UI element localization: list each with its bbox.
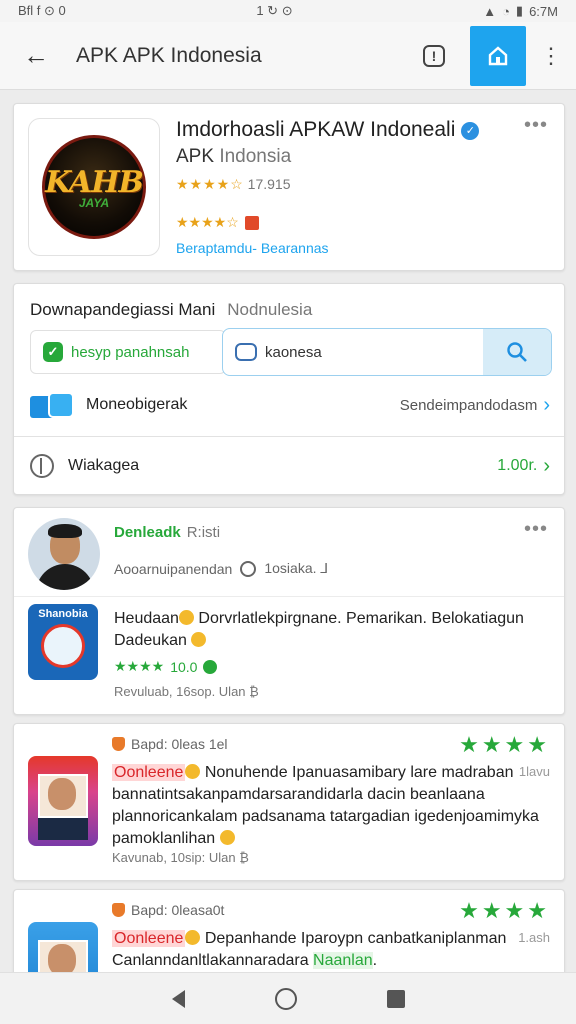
app-logo: KAHB JAYA [42,135,146,239]
review-footer: Kavunab, 10sip: Ulan ₿ [112,850,249,865]
search-input[interactable] [265,343,483,361]
app-rating: ★★★★☆ 17.915 [176,176,291,192]
smile-emoji-icon [185,930,201,945]
review-text: Heudaan Dorvrlatlekpirgnane. Pemarikan. … [114,610,524,649]
back-arrow-icon[interactable]: ← [18,38,54,74]
search-button[interactable] [483,329,551,375]
download-row-1[interactable]: Moneobigerak Sendeimpandodasm › [30,390,550,420]
review-rating: ★★★★ 10.0 [114,658,218,675]
flag-icon [244,215,259,230]
status-center: 1 ↻ ⊙ [256,3,293,18]
home-icon [488,45,508,65]
app-icon[interactable]: KAHB JAYA [28,118,160,256]
search-icon [507,342,527,362]
download-row-2[interactable]: Wiakagea 1.00r. › [30,454,550,478]
system-nav-bar [0,972,576,1024]
app-bar: ← APK APK Indonesia ! ⋮ [0,22,576,90]
info-button[interactable]: ! [414,36,454,76]
chevron-right-icon: › [543,454,550,477]
overflow-menu-icon[interactable]: ⋮ [536,44,566,67]
review-header: Bapd: 0leasa0t [112,902,224,918]
leaf-icon [30,454,54,478]
smile-emoji-icon [185,764,201,779]
app-thumbnail[interactable]: Shanobia [28,604,98,680]
avatar[interactable] [28,518,100,590]
download-pill-button[interactable]: ✓ hesyp panahnsah [30,330,226,374]
check-icon: ✓ [43,342,63,362]
search-box [222,328,552,376]
star-rating-icon: ★★★★☆ [176,176,244,192]
info-icon: ! [423,44,445,67]
card-more-icon[interactable]: ••• [524,114,548,137]
reviewer-name[interactable]: Denleadk R:isti [114,524,220,541]
review-text: Oonleene Nonuhende Ipanuasamibary lare m… [112,764,539,847]
verified-icon: ✓ [461,121,480,140]
badge-icon [30,390,76,420]
smile-emoji-icon [191,632,207,647]
signal-icon: ▲ [483,3,497,19]
nav-recent-icon[interactable] [386,989,405,1008]
divider [14,596,564,597]
nav-back-icon[interactable] [171,989,185,1008]
app-subtitle: APK Indonsia [176,146,292,167]
home-button[interactable] [470,25,526,86]
shield-icon [112,903,125,917]
avatar[interactable] [28,756,98,846]
download-heading: Downapandegiassi Mani Nodnulesia [30,300,313,319]
review-stars: ★★★★ [459,898,550,923]
review-header: Bapd: 0leas 1el [112,736,228,752]
download-card: Downapandegiassi Mani Nodnulesia ✓ hesyp … [13,283,565,495]
shield-icon [112,737,125,751]
battery-icon: ▮ [515,3,524,18]
app-info-card: KAHB JAYA Imdorhoasli APKAW Indoneali ✓ A… [13,103,565,271]
card-more-icon[interactable]: ••• [524,518,548,541]
chevron-right-icon: › [543,393,550,416]
nav-home-icon[interactable] [274,987,297,1010]
status-left: Bfl f ⊙ 0 [18,3,66,18]
review-stars: ★★★★ [459,732,550,757]
status-right: ▲ ◔ ▮ 6:7M [483,3,558,19]
smile-emoji-icon [219,830,235,845]
review-card: Bapd: 0leas 1el ★★★★ Oonleene Nonuhende … [13,723,565,881]
review-meta: Aooarnuipanendan 1osiaka. ⅃ [114,560,329,577]
app-name: Imdorhoasli APKAW Indoneali ✓ [176,118,516,142]
location-icon [240,560,257,577]
cloud-icon [235,343,257,361]
page-title: APK APK Indonesia [76,43,262,67]
smile-emoji-icon [178,610,194,625]
clock-text: 6:7M [529,3,558,19]
app-rating-secondary: ★★★★☆ [176,214,259,231]
review-footer: Revuluab, 16sop. Ulan ₿ [114,684,259,699]
review-time: 1.ash [518,930,550,945]
divider [14,436,564,437]
review-time: 1lavu [518,764,550,779]
status-bar: Bfl f ⊙ 0 1 ↻ ⊙ ▲ ◔ ▮ 6:7M [0,0,576,22]
developer-link[interactable]: Beraptamdu- Bearannas [176,240,329,256]
badge-icon [203,659,218,674]
review-card: Denleadk R:isti ••• Aooarnuipanendan 1osi… [13,507,565,715]
wifi-icon: ◔ [502,3,510,19]
